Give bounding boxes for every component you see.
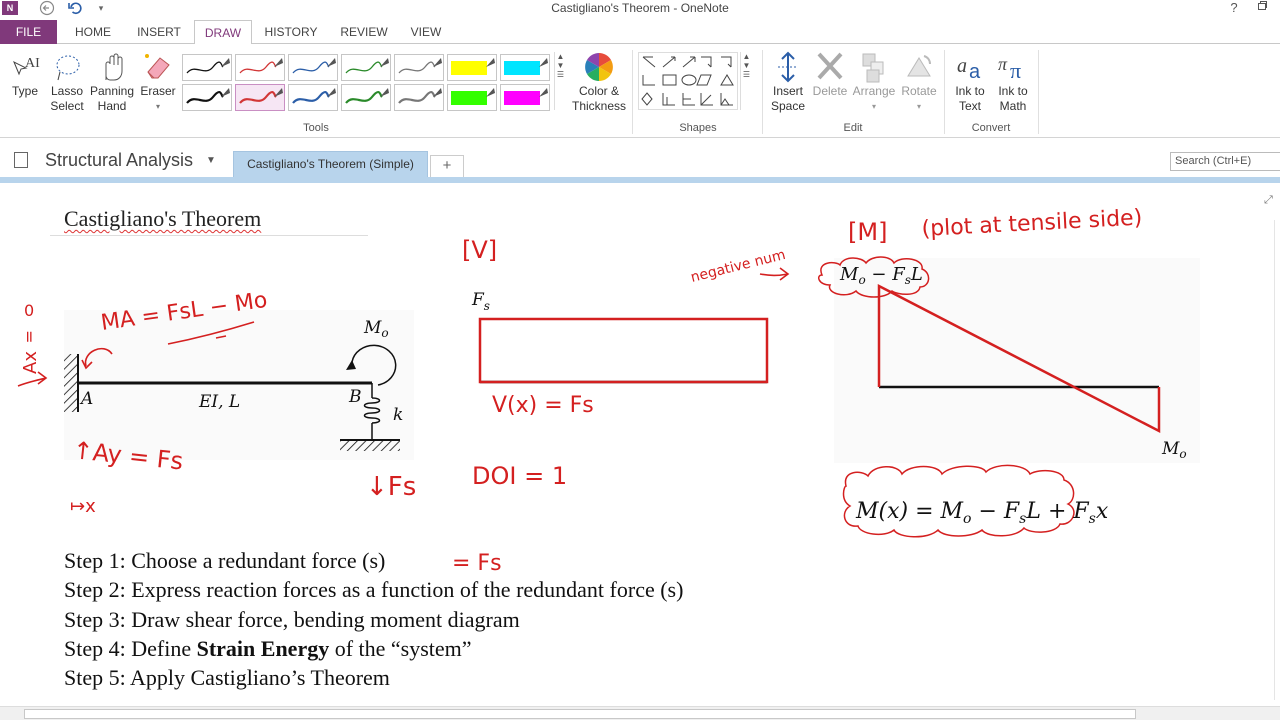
label-mo-sub: o [381, 326, 388, 340]
ink-x-axis: ↦x [70, 496, 96, 517]
eq-s1: s [1019, 511, 1026, 527]
moment-figure-bg [834, 258, 1200, 463]
label-a: A [79, 389, 93, 409]
ink-m-label: [M] [848, 218, 887, 246]
moment-top-label: Mo − FsL [839, 264, 923, 287]
label-k: k [393, 405, 403, 425]
eq-part-1: M(x) = M [855, 499, 964, 524]
moment-end-m: M [1161, 439, 1180, 459]
moment-top-o: o [858, 273, 865, 287]
ink-equals: = [20, 330, 39, 343]
eq-s2: s [1089, 511, 1096, 527]
horizontal-scrollbar-thumb[interactable] [24, 709, 1136, 719]
shear-diagram [478, 317, 769, 384]
shear-label-fs: Fs [471, 290, 490, 313]
ink-v-label: [V] [462, 236, 497, 264]
label-b: B [348, 387, 362, 407]
drawing-layer: A EI, L B Mo k Fs Mo − FsL Mo M(x) = Mo … [17, 205, 1200, 576]
ink-doi: DOI = 1 [472, 462, 567, 490]
ground-hatch [340, 441, 400, 451]
moment-top-l: L [910, 264, 923, 285]
moment-top-rest: − F [866, 264, 907, 285]
ink-ax: Ax [20, 351, 41, 374]
ink-v-equation: V(x) = Fs [492, 393, 594, 418]
shear-label-sub: s [484, 299, 490, 313]
ink-arrow-negative [759, 267, 790, 281]
label-ei-l: EI, L [198, 392, 240, 412]
ink-down-fs: ↓Fs [366, 472, 416, 502]
vertical-scrollbar[interactable] [1274, 220, 1280, 700]
moment-equation: M(x) = Mo − FsL + Fsx [855, 499, 1109, 527]
ink-zero: 0 [24, 301, 34, 320]
eq-part-3: L + F [1025, 499, 1089, 524]
ink-step1-fs: = Fs [452, 551, 502, 576]
fixed-support [64, 354, 78, 412]
eq-part-2: − F [971, 499, 1019, 524]
moment-end-sub: o [1179, 447, 1186, 461]
ink-negative-num: negative num [689, 247, 787, 286]
eq-o: o [963, 511, 971, 527]
moment-top-m: M [839, 264, 859, 285]
label-mo-main: M [363, 318, 382, 338]
ink-plot-note: (plot at tensile side) [921, 205, 1143, 242]
eq-part-4: x [1096, 499, 1109, 524]
horizontal-scrollbar[interactable] [0, 706, 1280, 720]
